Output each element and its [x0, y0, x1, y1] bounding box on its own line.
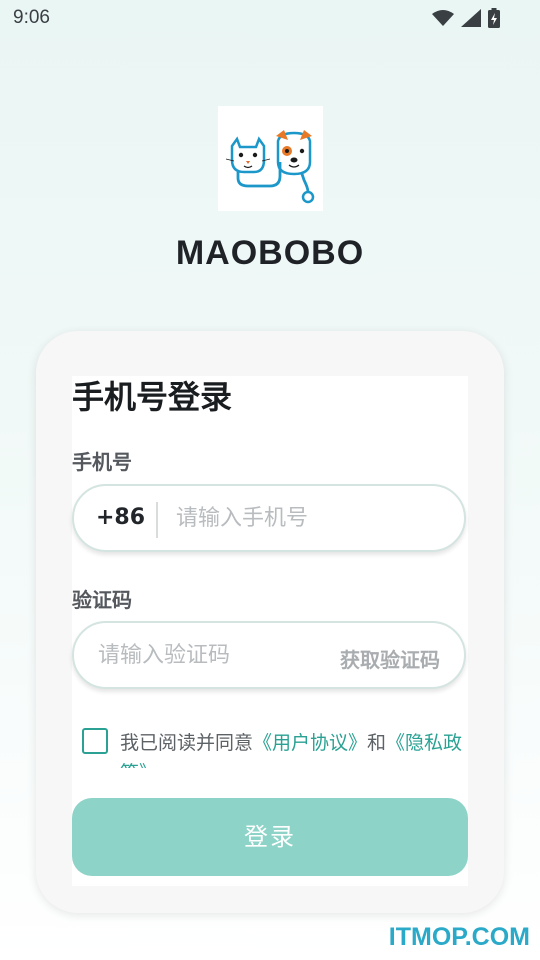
login-form: 手机号登录 手机号 +86 验证码 获取验证码 我已阅读并同意《用户协议》和《隐…	[72, 376, 468, 886]
status-icons	[432, 8, 500, 28]
user-agreement-link[interactable]: 《用户协议》	[253, 732, 367, 754]
get-code-button[interactable]: 获取验证码	[340, 644, 440, 673]
login-title: 手机号登录	[72, 378, 233, 416]
watermark: ITMOP.COM	[388, 923, 530, 951]
status-bar: 9:06	[0, 0, 540, 36]
phone-field: +86	[72, 484, 466, 552]
app-name: MAOBOBO	[175, 234, 365, 272]
phone-label: 手机号	[72, 450, 132, 474]
agreement-row: 我已阅读并同意《用户协议》和《隐私政策》	[82, 728, 466, 768]
phone-input[interactable]	[176, 496, 446, 540]
signal-icon	[461, 9, 481, 27]
wifi-icon	[432, 10, 454, 26]
divider	[156, 502, 158, 538]
agreement-text: 我已阅读并同意《用户协议》和《隐私政策》	[120, 728, 466, 768]
country-code[interactable]: +86	[96, 505, 145, 530]
app-logo	[218, 106, 323, 211]
agreement-checkbox[interactable]	[82, 728, 108, 754]
code-field: 获取验证码	[72, 621, 466, 689]
login-card: 手机号登录 手机号 +86 验证码 获取验证码 我已阅读并同意《用户协议》和《隐…	[36, 331, 504, 913]
login-button[interactable]: 登录	[72, 798, 468, 876]
code-input[interactable]	[98, 633, 328, 677]
agreement-conjunction: 和	[367, 732, 387, 754]
cat-dog-stethoscope-logo-icon	[225, 130, 315, 204]
battery-charging-icon	[488, 8, 500, 28]
agreement-prefix: 我已阅读并同意	[120, 732, 254, 754]
status-time: 9:06	[13, 7, 50, 28]
code-label: 验证码	[72, 588, 132, 612]
